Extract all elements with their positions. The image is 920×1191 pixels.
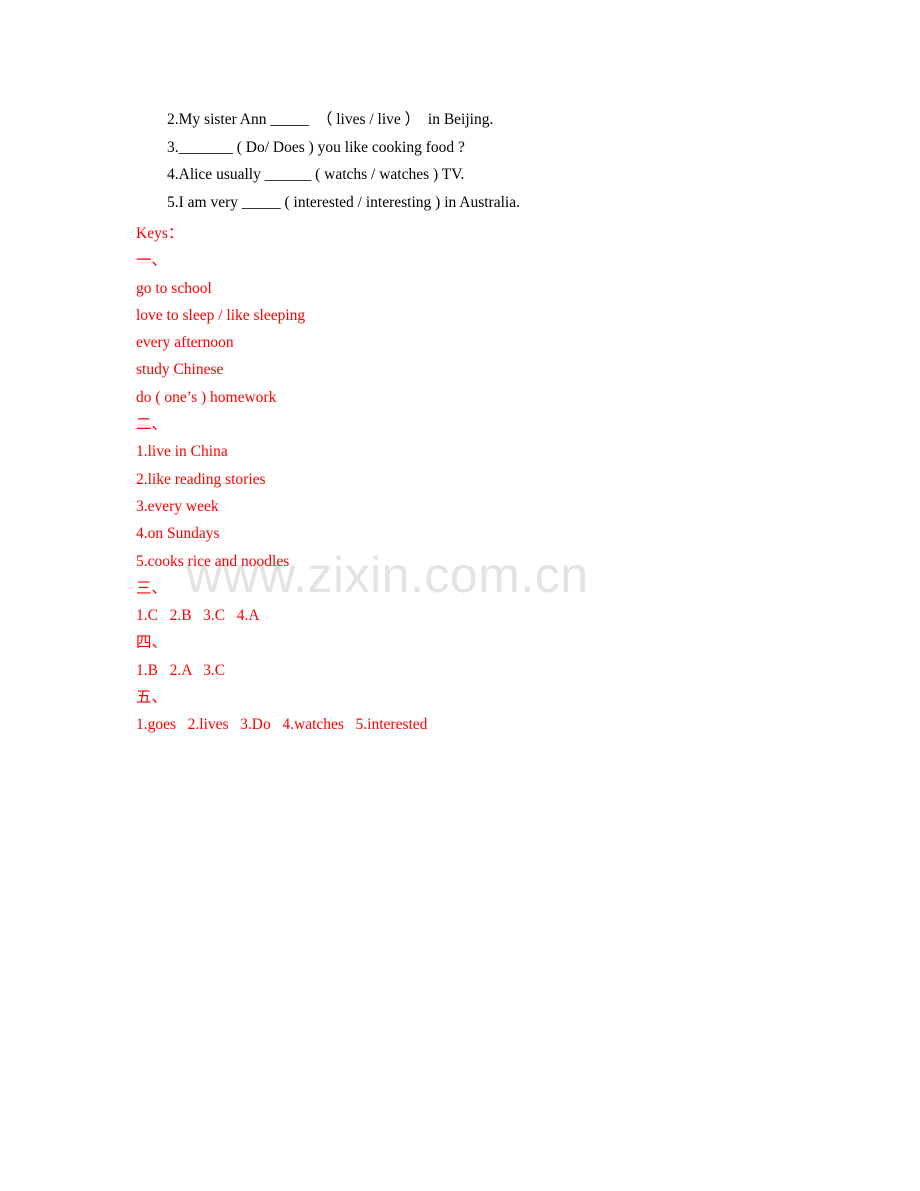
exercise-line-2: 2.My sister Ann _____ （ lives / live ） i… xyxy=(167,111,494,128)
answer-section-marker-1: 一、 xyxy=(136,252,168,270)
answer-section-marker-4: 四、 xyxy=(136,634,168,652)
answer-item: 1.goes 2.lives 3.Do 4.watches 5.interest… xyxy=(136,716,428,734)
answer-item: 1.C 2.B 3.C 4.A xyxy=(136,607,260,625)
answer-item: every afternoon xyxy=(136,334,234,352)
exercise-line-4: 4.Alice usually ______ ( watchs / watche… xyxy=(167,166,465,184)
answer-item: 2.like reading stories xyxy=(136,470,266,488)
answer-item: go to school xyxy=(136,279,212,297)
answer-section-marker-3: 三、 xyxy=(136,579,168,597)
answer-item: 1.live in China xyxy=(136,443,228,461)
answer-item: 3.every week xyxy=(136,497,219,515)
exercise-line-3: 3._______ ( Do/ Does ) you like cooking … xyxy=(167,138,465,156)
answer-item: do ( one’s ) homework xyxy=(136,388,277,406)
exercise-questions-block: 2.My sister Ann _____ （ lives / live ） i… xyxy=(136,106,836,216)
answer-item: 4.on Sundays xyxy=(136,525,220,543)
exercise-line-5: 5.I am very _____ ( interested / interes… xyxy=(167,193,520,211)
answer-section-marker-2: 二、 xyxy=(136,416,168,434)
answer-item: 1.B 2.A 3.C xyxy=(136,661,226,679)
answer-item: 5.cooks rice and noodles xyxy=(136,552,290,570)
document-page: www.zixin.com.cn 2.My sister Ann _____ （… xyxy=(0,0,920,1191)
answer-item: study Chinese xyxy=(136,361,224,379)
answer-section-marker-5: 五、 xyxy=(136,689,168,707)
answer-key-title: Keys： xyxy=(136,225,184,242)
answer-key-block: Keys： 一、 go to school love to sleep / li… xyxy=(136,220,836,739)
answer-item: love to sleep / like sleeping xyxy=(136,306,306,324)
